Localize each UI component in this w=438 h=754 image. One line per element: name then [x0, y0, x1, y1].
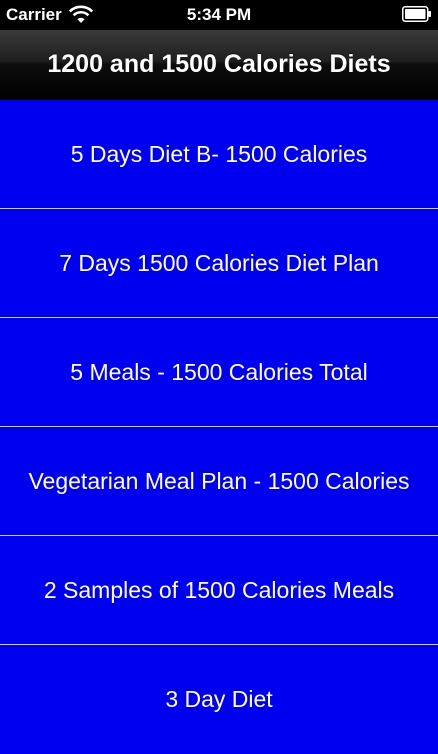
list-item-vegetarian-meal-plan[interactable]: Vegetarian Meal Plan - 1500 Calories	[0, 427, 438, 536]
navigation-bar: 1200 and 1500 Calories Diets	[0, 30, 438, 100]
list-item-label: 7 Days 1500 Calories Diet Plan	[59, 249, 379, 276]
list-item-label: Vegetarian Meal Plan - 1500 Calories	[28, 467, 410, 494]
list-item-7-days-diet-plan[interactable]: 7 Days 1500 Calories Diet Plan	[0, 209, 438, 318]
list-item-label: 3 Day Diet	[165, 686, 273, 712]
status-time: 5:34 PM	[186, 5, 252, 24]
diet-list: 5 Days Diet B- 1500 Calories 7 Days 1500…	[0, 100, 438, 754]
list-item-2-samples[interactable]: 2 Samples of 1500 Calories Meals	[0, 536, 438, 645]
battery-icon	[402, 6, 431, 22]
status-bar: Carrier 5:34 PM	[0, 0, 438, 30]
list-item-5-days-diet-b[interactable]: 5 Days Diet B- 1500 Calories	[0, 100, 438, 209]
list-item-label: 5 Days Diet B- 1500 Calories	[70, 140, 368, 167]
list-item-label: 5 Meals - 1500 Calories Total	[70, 358, 368, 385]
list-item-label: 2 Samples of 1500 Calories Meals	[43, 576, 395, 603]
list-item-5-meals[interactable]: 5 Meals - 1500 Calories Total	[0, 318, 438, 427]
page-title: 1200 and 1500 Calories Diets	[47, 50, 391, 78]
list-item-3-day-diet[interactable]: 3 Day Diet	[0, 645, 438, 754]
